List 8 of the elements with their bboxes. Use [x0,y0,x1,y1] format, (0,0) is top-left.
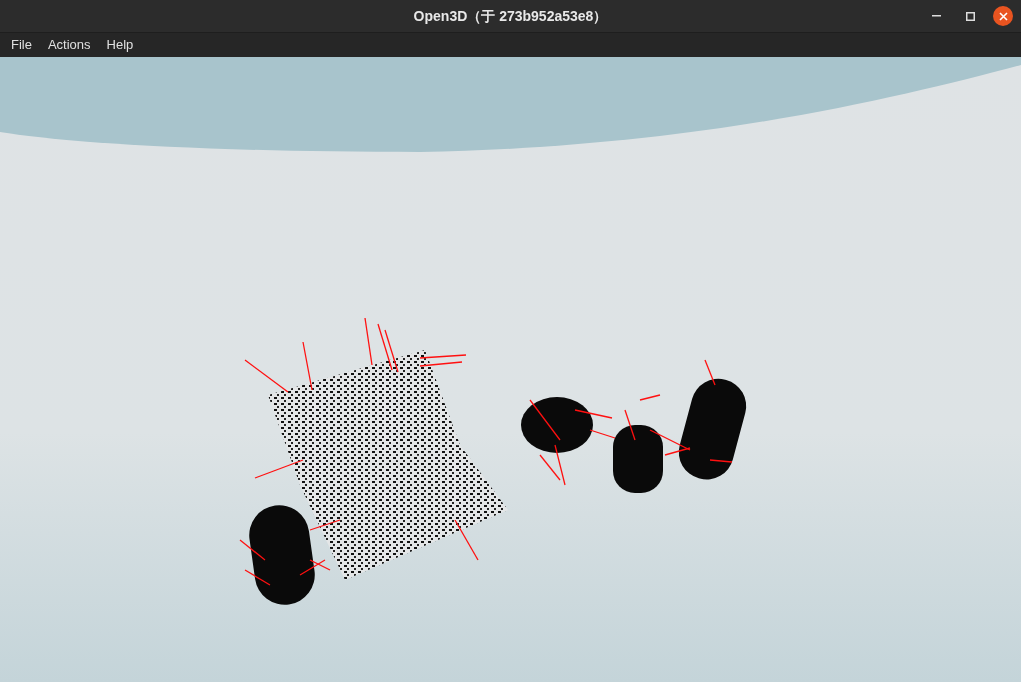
menu-item[interactable]: Actions [39,35,99,55]
maximize-icon [965,11,975,21]
menu-item[interactable]: File [3,35,40,55]
window-title: Open3D（于 273b952a53e8） [413,6,608,26]
menu-item[interactable]: Help [98,35,142,55]
minimize-icon [931,15,941,17]
close-button[interactable] [993,6,1013,26]
close-icon [998,11,1008,21]
